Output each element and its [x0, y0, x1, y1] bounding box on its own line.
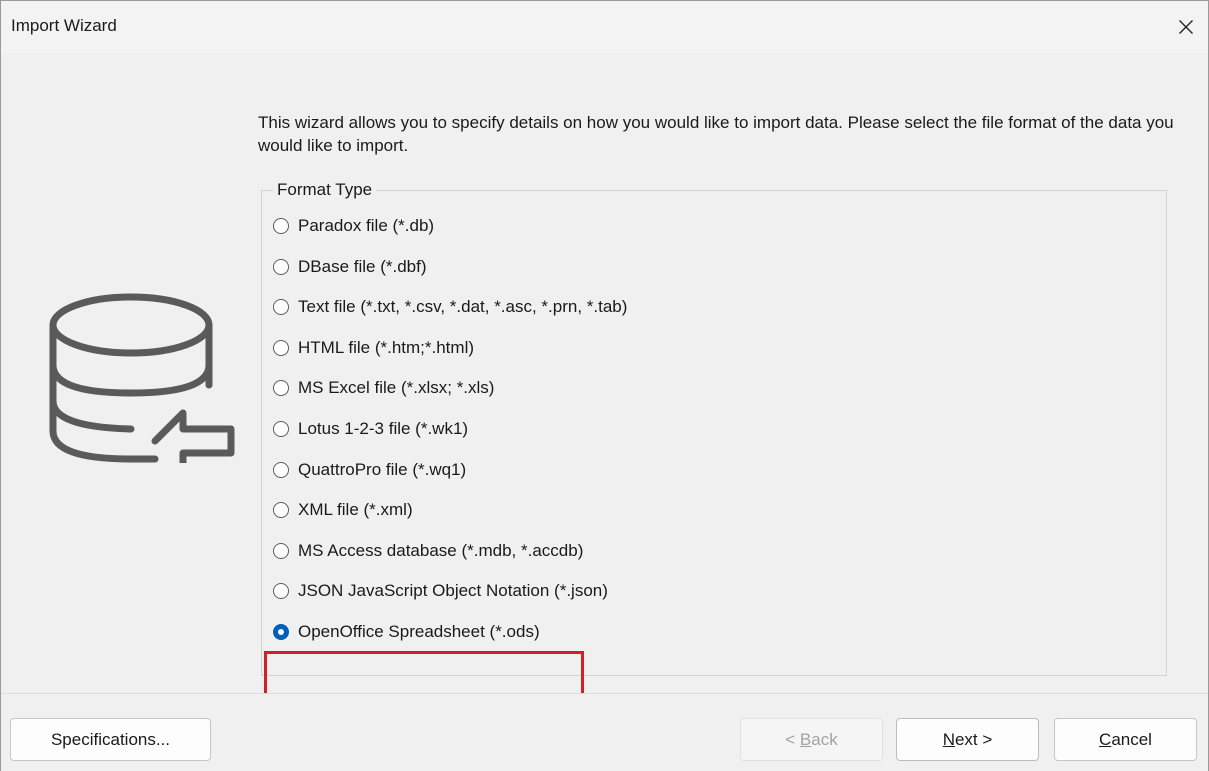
radio-label: OpenOffice Spreadsheet (*.ods)	[298, 622, 540, 641]
title-bar: Import Wizard	[1, 1, 1208, 53]
button-bar: Specifications... < Back Next > Cancel	[1, 693, 1208, 771]
back-button-prefix: <	[785, 729, 800, 749]
import-wizard-window: Import Wizard This wizard allows you to …	[0, 0, 1209, 771]
radio-button[interactable]	[273, 380, 289, 397]
radio-button[interactable]	[273, 542, 289, 559]
radio-label: MS Access database (*.mdb, *.accdb)	[298, 540, 584, 560]
next-button-access-key: N	[942, 729, 955, 749]
radio-button[interactable]	[273, 461, 289, 478]
radio-label: Text file (*.txt, *.csv, *.dat, *.asc, *…	[298, 297, 628, 317]
radio-button[interactable]	[273, 299, 289, 316]
wizard-content: This wizard allows you to specify detail…	[1, 53, 1208, 699]
radio-option-paradox[interactable]: Paradox file (*.db)	[273, 214, 434, 238]
radio-label: JSON JavaScript Object Notation (*.json)	[298, 581, 608, 601]
radio-option-openoffice[interactable]: OpenOffice Spreadsheet (*.ods)	[273, 620, 540, 644]
back-button-access-key: B	[799, 729, 812, 749]
back-button[interactable]: < Back	[740, 718, 883, 761]
radio-option-html[interactable]: HTML file (*.htm;*.html)	[273, 336, 474, 360]
close-icon	[1179, 20, 1193, 34]
format-type-legend: Format Type	[273, 180, 377, 200]
cancel-button-access-key: C	[1099, 729, 1112, 749]
radio-button[interactable]	[273, 421, 289, 437]
selection-highlight-box	[264, 651, 584, 699]
back-button-label: ack	[811, 729, 838, 749]
radio-label: MS Excel file (*.xlsx; *.xls)	[298, 378, 495, 398]
radio-button[interactable]	[273, 339, 289, 356]
radio-button[interactable]	[273, 502, 289, 519]
radio-label: XML file (*.xml)	[298, 500, 413, 520]
radio-option-text[interactable]: Text file (*.txt, *.csv, *.dat, *.asc, *…	[273, 295, 627, 319]
cancel-button[interactable]: Cancel	[1054, 718, 1197, 761]
radio-button[interactable]	[273, 218, 289, 234]
radio-label: HTML file (*.htm;*.html)	[298, 337, 475, 357]
radio-option-xml[interactable]: XML file (*.xml)	[273, 498, 413, 522]
radio-option-lotus[interactable]: Lotus 1-2-3 file (*.wk1)	[273, 417, 468, 441]
database-import-icon	[49, 293, 235, 463]
close-button[interactable]	[1168, 9, 1204, 45]
cancel-button-label: ancel	[1111, 729, 1152, 749]
radio-label: Lotus 1-2-3 file (*.wk1)	[298, 419, 469, 438]
radio-label: Paradox file (*.db)	[298, 216, 435, 235]
intro-text: This wizard allows you to specify detail…	[258, 113, 1174, 155]
radio-button[interactable]	[273, 583, 289, 600]
radio-label: DBase file (*.dbf)	[298, 256, 427, 276]
radio-option-excel[interactable]: MS Excel file (*.xlsx; *.xls)	[273, 376, 494, 400]
specifications-button-label: Specifications...	[50, 729, 171, 749]
radio-button[interactable]	[273, 258, 289, 275]
radio-option-json[interactable]: JSON JavaScript Object Notation (*.json)	[273, 579, 608, 603]
radio-option-quattropro[interactable]: QuattroPro file (*.wq1)	[273, 458, 466, 482]
next-button[interactable]: Next >	[896, 718, 1039, 761]
radio-label: QuattroPro file (*.wq1)	[298, 459, 467, 479]
next-button-label: ext >	[954, 729, 993, 749]
radio-button[interactable]	[273, 624, 289, 640]
specifications-button[interactable]: Specifications...	[10, 718, 211, 761]
radio-option-access[interactable]: MS Access database (*.mdb, *.accdb)	[273, 539, 583, 563]
window-title: Import Wizard	[11, 16, 117, 35]
radio-option-dbase[interactable]: DBase file (*.dbf)	[273, 255, 427, 279]
